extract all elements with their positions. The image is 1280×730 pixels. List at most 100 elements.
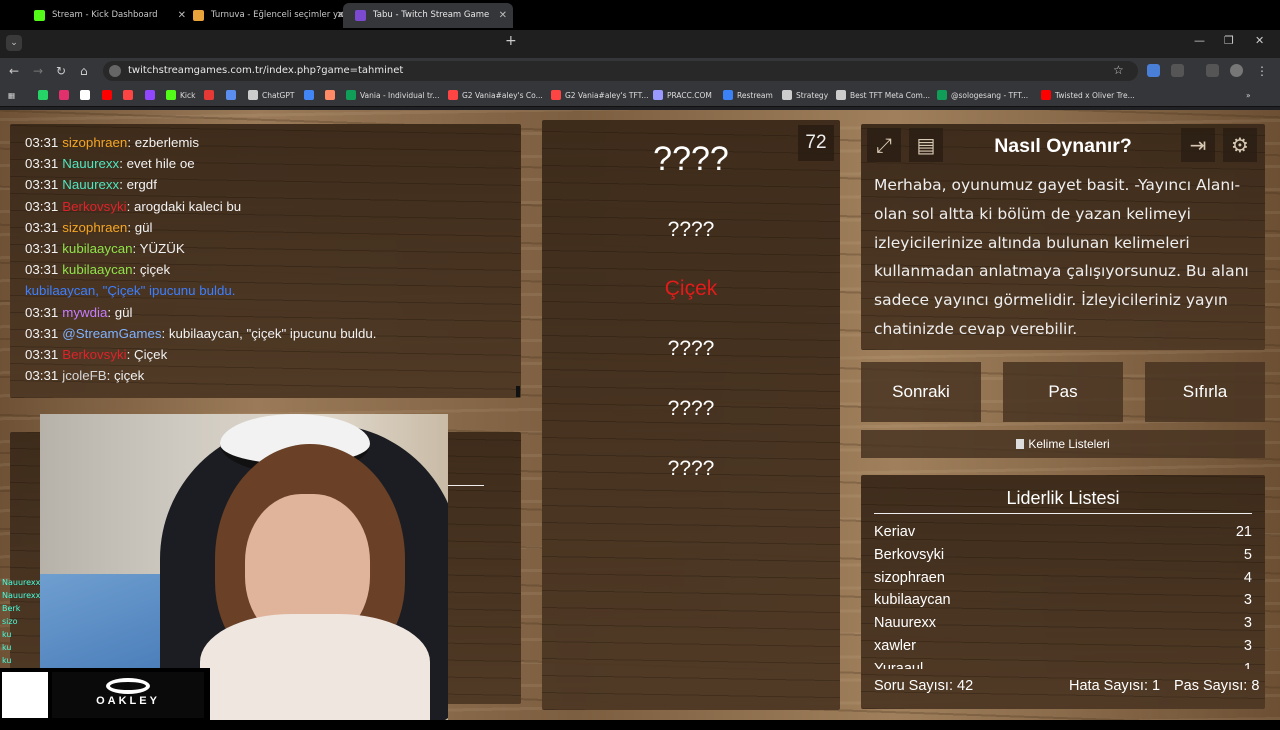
bookmark-16[interactable]: PRACC.COM [653, 89, 712, 103]
profile-avatar-icon[interactable] [1230, 64, 1243, 77]
reload-icon[interactable]: ↻ [56, 64, 66, 78]
tab-3[interactable]: Tabu - Twitch Stream Game ✕ [343, 3, 513, 28]
chat-message: 03:31 mywdia: gül [25, 302, 521, 323]
chat-scrollbar[interactable] [516, 386, 520, 397]
extension-translate-icon[interactable] [1147, 64, 1160, 77]
chat-timestamp: 03:31 [25, 198, 59, 214]
bookmark-9[interactable] [226, 89, 240, 103]
new-tab-plus-icon[interactable]: + [505, 33, 517, 49]
chat-text: kubilaaycan, "çiçek" ipucunu buldu. [168, 325, 377, 341]
bookmark-label: G2 Vania#aley's Co... [462, 91, 543, 100]
more-bookmarks-chevron-icon[interactable]: » [1246, 89, 1251, 103]
bookmark-favicon-icon [723, 90, 733, 100]
chat-separator: : [119, 156, 127, 172]
site-info-icon[interactable] [109, 65, 121, 77]
chat-text: ergdf [126, 177, 157, 193]
chat-username[interactable]: Berkovsyki [62, 199, 126, 214]
bookmark-1[interactable] [38, 89, 52, 103]
chat-timestamp: 03:31 [25, 368, 59, 384]
menu-dots-icon[interactable]: ⋮ [1256, 64, 1268, 78]
bookmark-2[interactable] [59, 89, 73, 103]
tab-favicon-icon [193, 10, 204, 21]
chat-username[interactable]: kubilaaycan [62, 241, 132, 256]
bookmark-10[interactable]: ChatGPT [248, 89, 294, 103]
chat-username[interactable]: Nauurexx [62, 156, 119, 171]
reset-button[interactable]: Sıfırla [1145, 362, 1265, 422]
bookmark-14[interactable]: G2 Vania#aley's Co... [448, 89, 543, 103]
tab-2[interactable]: Turnuva - Eğlenceli seçimler yap ✕ [181, 3, 351, 28]
chat-separator: : [126, 198, 134, 214]
chat-text: ezberlemis [134, 135, 200, 150]
bookmark-15[interactable]: G2 Vania#aley's TFT... [551, 89, 649, 103]
bookmark-5[interactable] [123, 89, 137, 103]
bookmark-17[interactable]: Restream [723, 89, 773, 103]
bookmark-19[interactable]: Best TFT Meta Com... [836, 89, 930, 103]
apps-grid-icon[interactable]: ▦ [8, 89, 15, 103]
bookmark-11[interactable] [304, 89, 318, 103]
back-arrow-icon[interactable]: ← [9, 64, 19, 78]
chat-username[interactable]: kubilaaycan, "Çiçek" ipucunu buldu. [25, 283, 236, 298]
tab-close-icon[interactable]: ✕ [499, 3, 507, 28]
error-count: Hata Sayısı: 1 [1069, 678, 1161, 694]
chat-username[interactable]: sizophraen [62, 220, 127, 235]
chat-username[interactable]: sizophraen [62, 135, 127, 150]
chat-username[interactable]: jcoleFB [62, 368, 106, 383]
bookmark-favicon-icon [836, 90, 846, 100]
chat-username[interactable]: Nauurexx [62, 177, 119, 192]
chat-text: evet hile oe [126, 156, 195, 172]
bookmark-favicon-icon [325, 90, 335, 100]
mini-chat-line: ku [2, 656, 12, 665]
media-control-icon[interactable] [1206, 64, 1219, 77]
leaderboard-score: 1 [1243, 660, 1252, 669]
leaderboard-score: 5 [1243, 546, 1252, 563]
chat-message: 03:31 sizophraen: ezberlemis [25, 132, 521, 153]
home-icon[interactable]: ⌂ [80, 64, 88, 78]
chat-text: arogdaki kaleci bu [133, 198, 242, 214]
chat-username[interactable]: @StreamGames [62, 326, 161, 341]
chat-username[interactable]: kubilaaycan [62, 262, 132, 277]
bookmark-label: Strategy [796, 91, 829, 100]
bookmark-12[interactable] [325, 89, 339, 103]
restore-icon[interactable]: ❐ [1224, 34, 1234, 47]
bookmark-favicon-icon [248, 90, 258, 100]
chat-timestamp: 03:31 [25, 262, 59, 278]
bookmark-21[interactable]: Twisted x Oliver Tre... [1041, 89, 1135, 103]
bookmark-7[interactable]: Kick [166, 89, 195, 103]
tab-1[interactable]: Stream - Kick Dashboard ✕ [22, 3, 192, 28]
bookmark-4[interactable] [102, 89, 116, 103]
tab-title: Stream - Kick Dashboard [52, 10, 158, 20]
bookmark-3[interactable] [80, 89, 94, 103]
bookmark-8[interactable] [204, 89, 218, 103]
leaderboard-name: sizophraen [874, 569, 945, 586]
bookmark-favicon-icon [226, 90, 236, 100]
chat-username[interactable]: mywdia [62, 305, 107, 320]
bookmark-star-icon[interactable]: ☆ [1113, 63, 1124, 77]
leaderboard-list[interactable]: Keriav 21 Berkovsyki 5 sizophraen 4 kubilaayca… [874, 521, 1252, 669]
bookmark-6[interactable] [145, 89, 159, 103]
next-button[interactable]: Sonraki [861, 362, 981, 422]
bookmark-label: ChatGPT [262, 91, 295, 100]
extensions-puzzle-icon[interactable] [1171, 64, 1184, 77]
leaderboard-row: Keriav 21 [874, 521, 1252, 544]
leaderboard-name: Keriav [874, 524, 916, 540]
tab-favicon-icon [34, 10, 45, 21]
chat-username[interactable]: Berkovsyki [62, 347, 126, 362]
chat-separator: : [161, 325, 169, 341]
pass-button[interactable]: Pas [1003, 362, 1123, 422]
how-to-play-text: Merhaba, oyunumuz gayet basit. -Yayıncı … [874, 176, 1249, 338]
word-lists-button[interactable]: Kelime Listeleri [861, 430, 1265, 458]
close-window-icon[interactable]: ✕ [1255, 34, 1264, 47]
forward-arrow-icon[interactable]: → [33, 64, 43, 78]
bookmark-18[interactable]: Strategy [782, 89, 828, 103]
bookmark-20[interactable]: @sologesang - TFT... [937, 89, 1028, 103]
bookmark-13[interactable]: Vania - Individual tr... [346, 89, 439, 103]
minimize-icon[interactable]: — [1194, 34, 1205, 47]
bookmark-favicon-icon [204, 90, 214, 100]
webcam-person-body [200, 614, 430, 720]
chat-message: 03:31 Nauurexx: evet hile oe [25, 153, 521, 174]
mini-chat-line: ku [2, 643, 12, 652]
leaderboard-row: sizophraen 4 [874, 567, 1252, 590]
bookmark-label: Twisted x Oliver Tre... [1055, 91, 1135, 100]
tab-search-chevron-icon[interactable]: ⌄ [6, 35, 22, 51]
url-input[interactable]: twitchstreamgames.com.tr/index.php?game=… [103, 61, 1138, 81]
